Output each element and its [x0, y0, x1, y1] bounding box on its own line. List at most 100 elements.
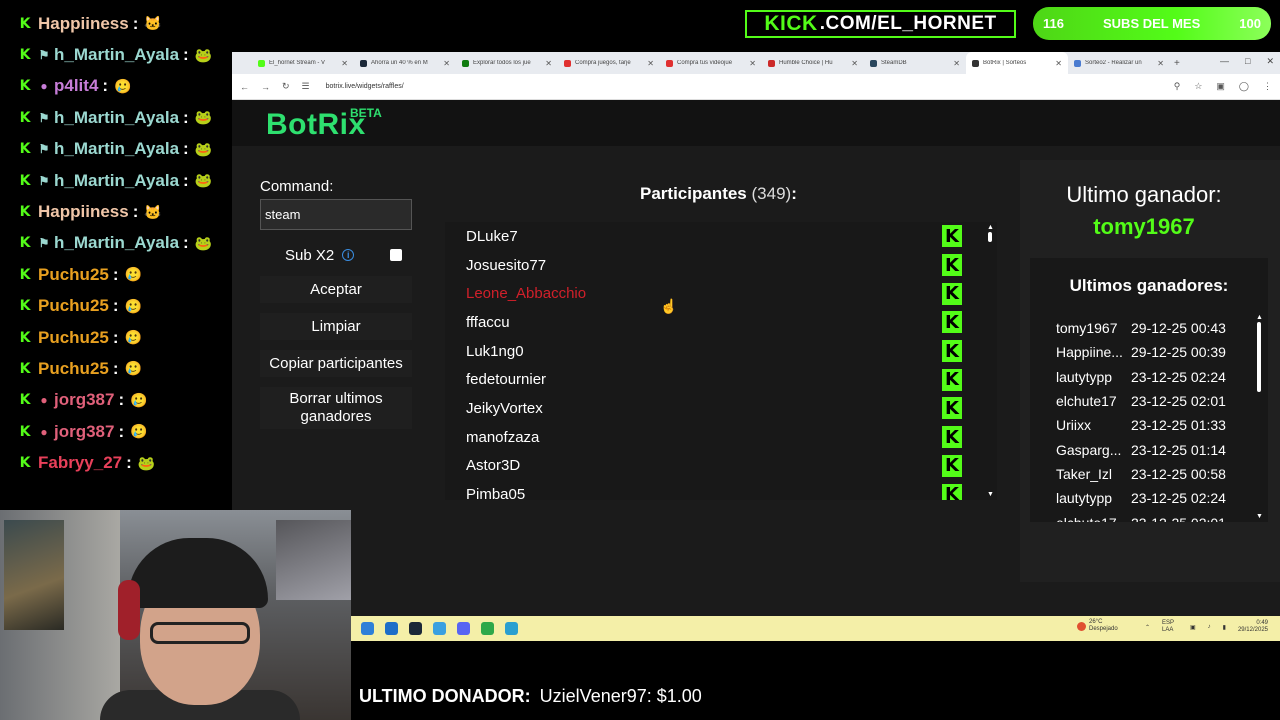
- chat-username[interactable]: Happiiness: [38, 14, 129, 34]
- delete-winners-button[interactable]: Borrar ultimos ganadores: [260, 387, 412, 429]
- steam-icon[interactable]: [409, 622, 422, 635]
- participant-name: fffaccu: [466, 313, 510, 331]
- participant-name: Luk1ng0: [466, 342, 524, 360]
- url-field[interactable]: botrix.live/widgets/raffles/: [326, 83, 404, 90]
- scroll-down-icon[interactable]: ▼: [1256, 513, 1263, 520]
- participants-scrollbar[interactable]: ▲ ▼: [987, 224, 994, 498]
- winners-list[interactable]: tomy1967 29-12-25 00:43 Happiine... 29-12-2…: [1056, 316, 1262, 522]
- tab-close-icon[interactable]: ✕: [647, 59, 654, 68]
- clock[interactable]: 0:49 29/12/2025: [1238, 620, 1268, 634]
- profile-icon[interactable]: ◯: [1239, 81, 1249, 92]
- browser-tab[interactable]: Ahorra un 40 % en M ✕: [354, 52, 456, 74]
- browser-tab[interactable]: BotRix | Sorteos ✕: [966, 52, 1068, 74]
- discord-icon[interactable]: [457, 622, 470, 635]
- minimize-icon[interactable]: —: [1220, 56, 1229, 67]
- winners-scrollbar[interactable]: ▲ ▼: [1256, 314, 1263, 520]
- participant-row[interactable]: Pimba05 K: [445, 480, 997, 500]
- winner-date: 23-12-25 01:14: [1131, 441, 1226, 458]
- participant-row[interactable]: fedetournier K: [445, 365, 997, 394]
- scroll-up-icon[interactable]: ▲: [987, 224, 994, 231]
- tab-close-icon[interactable]: ✕: [545, 59, 552, 68]
- tab-close-icon[interactable]: ✕: [443, 59, 450, 68]
- sub-x2-checkbox[interactable]: [390, 249, 402, 261]
- page-header: BotRix BETA: [232, 100, 1280, 146]
- app-icon[interactable]: [505, 622, 518, 635]
- bookmark-icon[interactable]: ☆: [1194, 81, 1202, 92]
- chat-username[interactable]: p4lit4: [54, 76, 98, 96]
- browser-tab[interactable]: Compra juegos, tarje ✕: [558, 52, 660, 74]
- scroll-down-icon[interactable]: ▼: [987, 491, 994, 498]
- participant-row[interactable]: Astor3D K: [445, 452, 997, 481]
- reload-icon[interactable]: ↻: [282, 81, 290, 92]
- channel-url: .COM/EL_HORNET: [819, 13, 997, 34]
- chat-separator: :: [112, 358, 119, 378]
- browser-tab[interactable]: Explorar todos los jue ✕: [456, 52, 558, 74]
- menu-icon[interactable]: ⋮: [1263, 81, 1272, 92]
- chat-username[interactable]: h_Martin_Ayala: [54, 45, 179, 65]
- participant-name: DLuke7: [466, 227, 518, 245]
- chat-username[interactable]: Puchu25: [38, 296, 109, 316]
- participant-row[interactable]: DLuke7 K: [445, 222, 997, 251]
- browser-tab[interactable]: El_hornet Stream - V ✕: [252, 52, 354, 74]
- participants-list[interactable]: DLuke7 K Josuesito77 K Leone_Abbacchio Kfffac…: [445, 222, 997, 500]
- back-icon[interactable]: ←: [240, 82, 249, 92]
- kick-badge-icon: K: [19, 109, 31, 126]
- accept-button[interactable]: Aceptar: [260, 276, 412, 303]
- clear-button[interactable]: Limpiar: [260, 313, 412, 340]
- info-icon[interactable]: i: [342, 249, 355, 261]
- tab-bar: El_hornet Stream - V ✕ Ahorra un 40 % en M…: [232, 52, 1280, 74]
- chat-username[interactable]: jorg387: [54, 422, 114, 442]
- participant-row[interactable]: Luk1ng0 K: [445, 337, 997, 366]
- participant-row[interactable]: JeikyVortex K: [445, 394, 997, 423]
- tab-close-icon[interactable]: ✕: [1055, 59, 1062, 68]
- chat-username[interactable]: jorg387: [54, 390, 114, 410]
- explorer-icon[interactable]: [361, 622, 374, 635]
- tab-close-icon[interactable]: ✕: [341, 59, 348, 68]
- language-indicator[interactable]: ESP LAA: [1162, 620, 1178, 634]
- participant-row[interactable]: fffaccu K: [445, 308, 997, 337]
- forward-icon[interactable]: →: [261, 82, 270, 92]
- tab-close-icon[interactable]: ✕: [953, 59, 960, 68]
- participant-row[interactable]: Leone_Abbacchio K: [445, 279, 997, 308]
- chat-username[interactable]: h_Martin_Ayala: [54, 171, 179, 191]
- network-icon[interactable]: ▣: [1190, 624, 1196, 631]
- tab-close-icon[interactable]: ✕: [1157, 59, 1164, 68]
- extensions-icon[interactable]: ▣: [1216, 81, 1225, 92]
- zoom-icon[interactable]: ⚲: [1174, 81, 1181, 92]
- browser-tab[interactable]: Compra tus videojue ✕: [660, 52, 762, 74]
- weather-widget[interactable]: 26°C Despejado: [1077, 619, 1118, 633]
- chat-username[interactable]: Fabryy_27: [38, 453, 122, 473]
- tab-close-icon[interactable]: ✕: [851, 59, 858, 68]
- new-tab-button[interactable]: +: [1174, 58, 1180, 69]
- tray-chevron-icon[interactable]: ⌃: [1145, 624, 1150, 631]
- chat-username[interactable]: Happiiness: [38, 202, 129, 222]
- chat-username[interactable]: Puchu25: [38, 265, 109, 285]
- battery-icon[interactable]: ▮: [1223, 624, 1226, 631]
- app-icon[interactable]: [433, 622, 446, 635]
- winner-date: 23-12-25 02:24: [1131, 368, 1226, 385]
- scroll-up-icon[interactable]: ▲: [1256, 314, 1263, 321]
- browser-tab[interactable]: Sorteo2 - Realizar un ✕: [1068, 52, 1170, 74]
- copy-participants-button[interactable]: Copiar participantes: [260, 350, 412, 377]
- command-input[interactable]: [260, 199, 412, 230]
- chat-username[interactable]: h_Martin_Ayala: [54, 108, 179, 128]
- browser-tab[interactable]: Humble Choice | Hu ✕: [762, 52, 864, 74]
- chat-username[interactable]: h_Martin_Ayala: [54, 233, 179, 253]
- chat-username[interactable]: Puchu25: [38, 359, 109, 379]
- tab-close-icon[interactable]: ✕: [749, 59, 756, 68]
- browser-tab[interactable]: SteamDB ✕: [864, 52, 966, 74]
- participant-row[interactable]: manofzaza K: [445, 423, 997, 452]
- scroll-thumb[interactable]: [1257, 322, 1261, 392]
- scroll-thumb[interactable]: [988, 232, 992, 242]
- close-window-icon[interactable]: ✕: [1266, 56, 1274, 67]
- botrix-page: BotRix BETA Command: Sub X2 i Aceptar Li…: [232, 100, 1280, 616]
- kick-badge-icon: K: [19, 298, 31, 315]
- edge-icon[interactable]: [385, 622, 398, 635]
- maximize-icon[interactable]: □: [1245, 56, 1250, 67]
- volume-icon[interactable]: ♪: [1208, 624, 1211, 630]
- participant-row[interactable]: Josuesito77 K: [445, 251, 997, 280]
- chat-username[interactable]: Puchu25: [38, 328, 109, 348]
- app-icon[interactable]: [481, 622, 494, 635]
- site-info-icon[interactable]: ☰: [302, 81, 310, 92]
- chat-username[interactable]: h_Martin_Ayala: [54, 139, 179, 159]
